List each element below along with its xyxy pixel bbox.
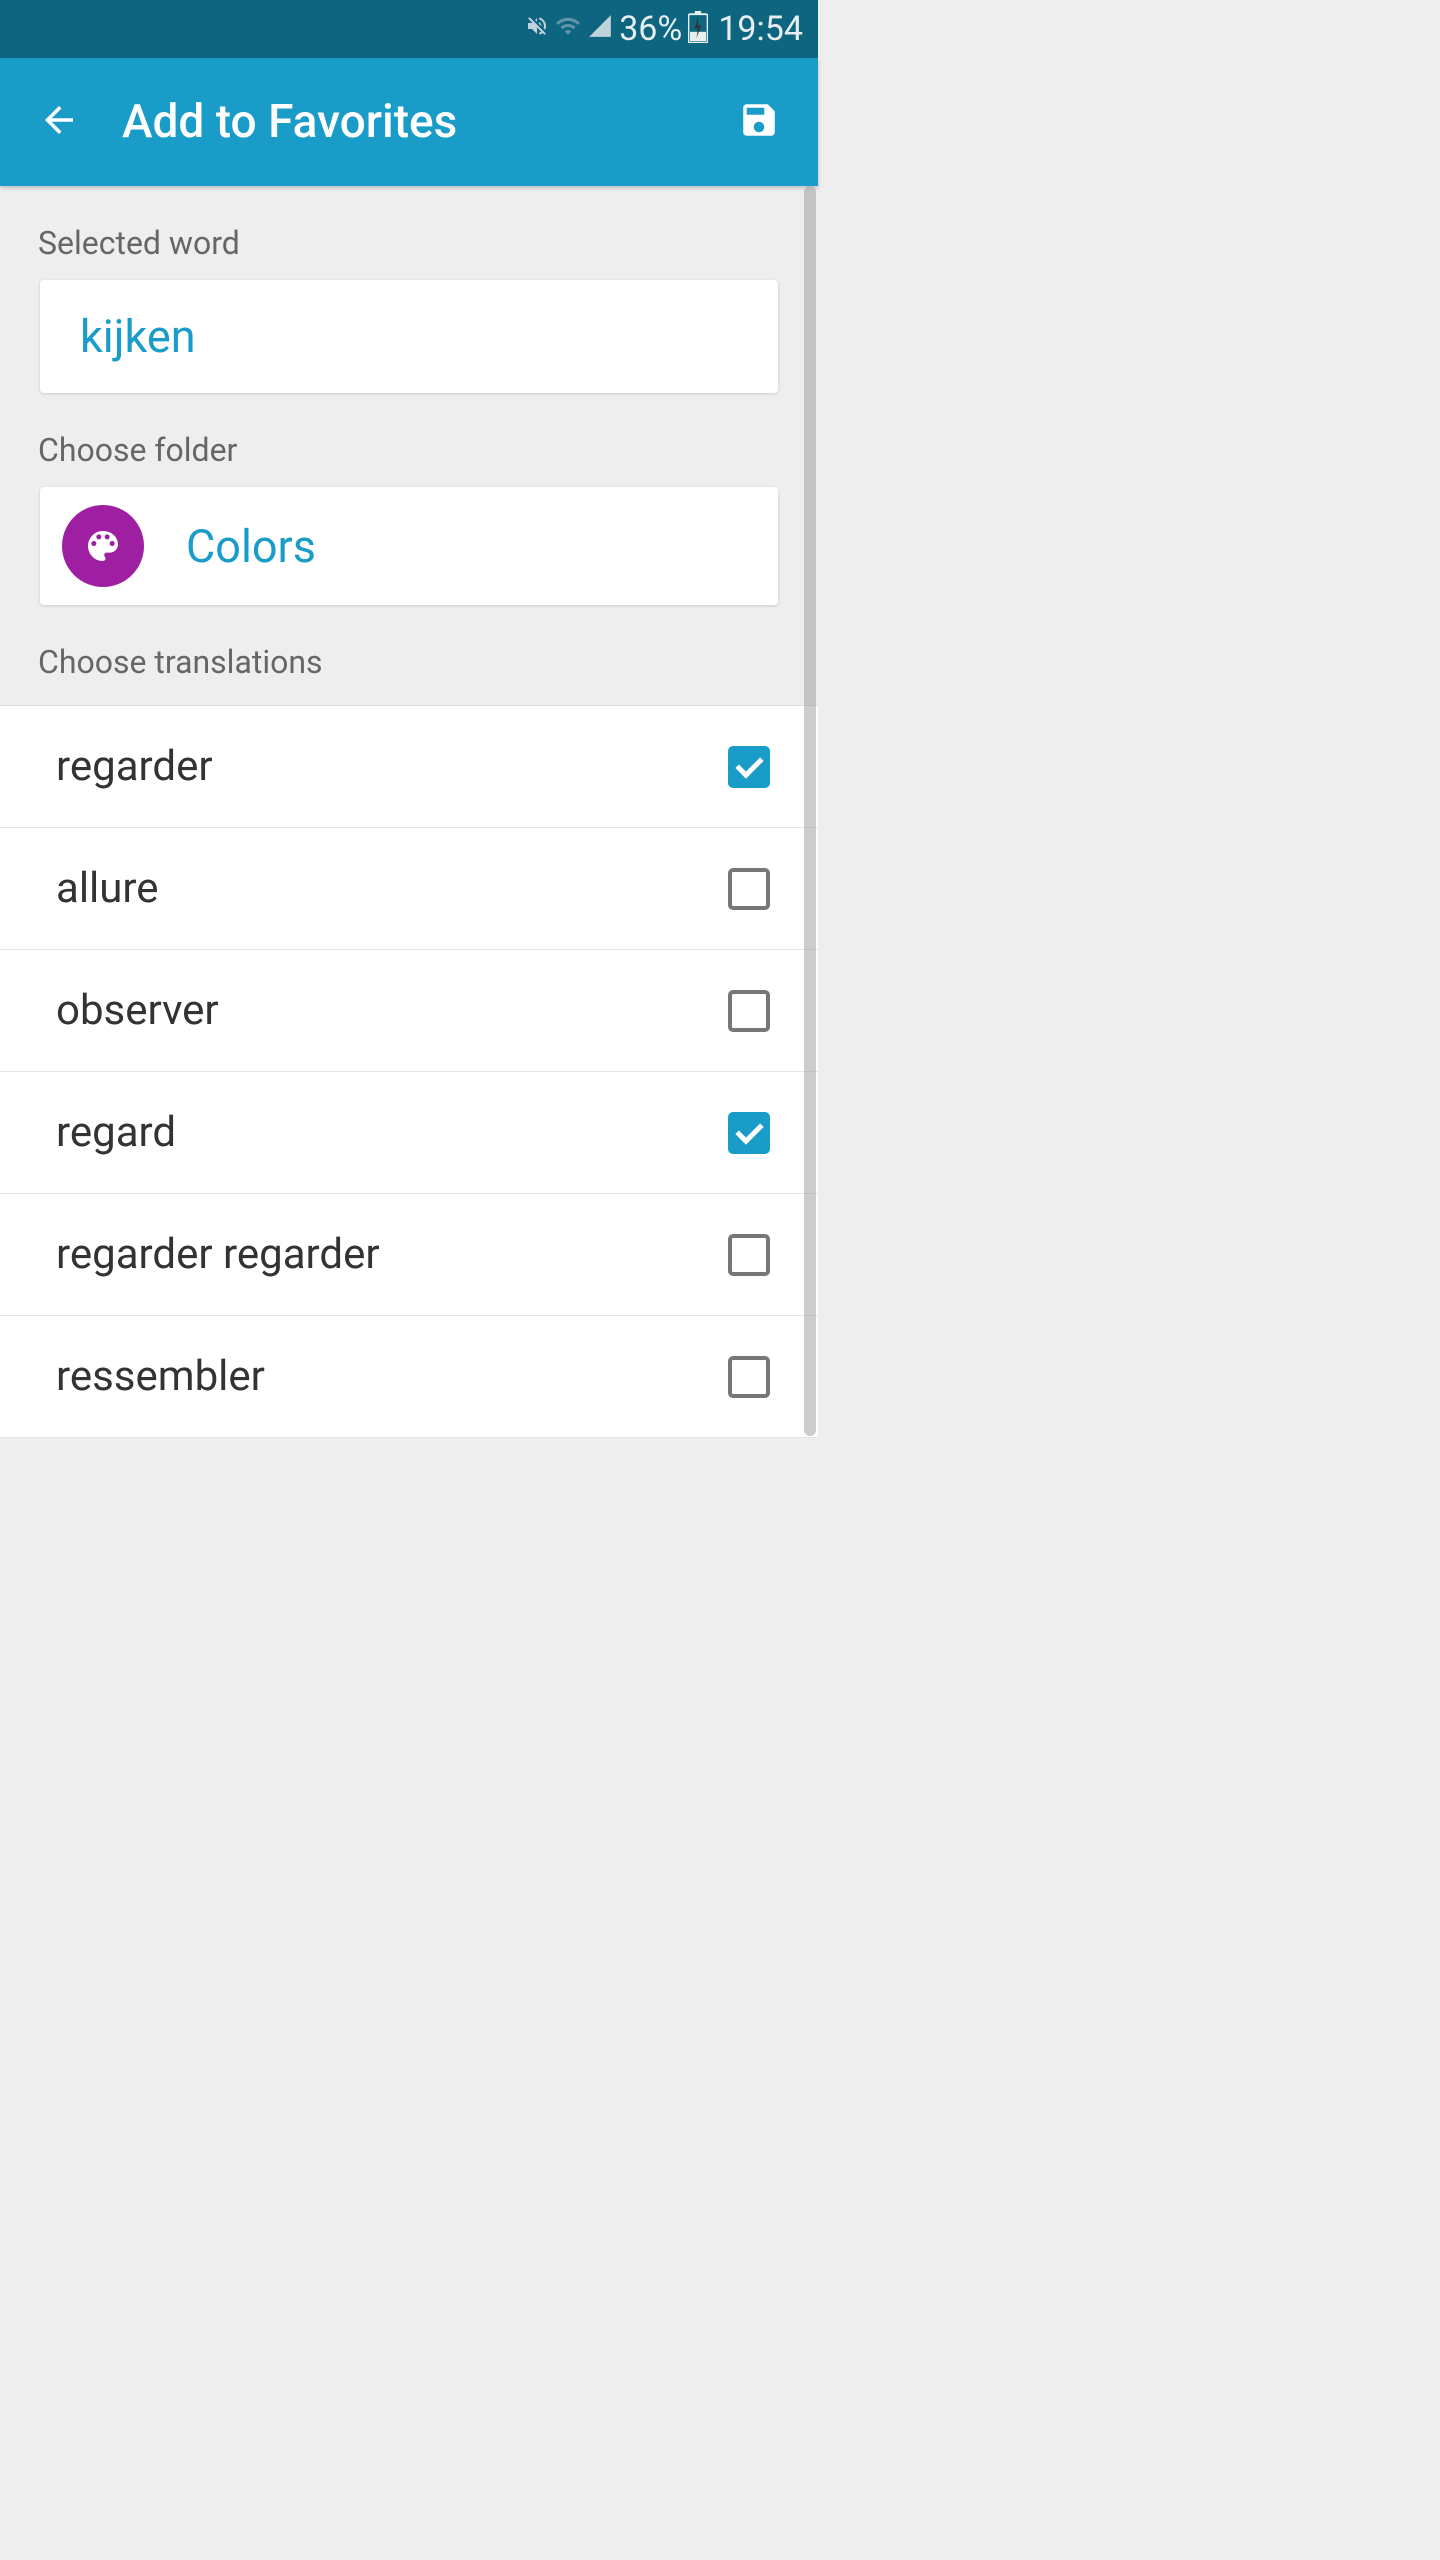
selected-word-value: kijken — [80, 310, 196, 363]
translation-item[interactable]: regarder — [0, 706, 818, 828]
translation-item[interactable]: regarder regarder — [0, 1194, 818, 1316]
signal-icon — [587, 13, 613, 45]
save-icon[interactable] — [738, 99, 780, 145]
selected-word-label: Selected word — [0, 186, 818, 280]
choose-folder-label: Choose folder — [0, 393, 818, 487]
battery-charging-icon — [688, 11, 708, 47]
translation-checkbox[interactable] — [728, 1356, 770, 1398]
translation-checkbox[interactable] — [728, 990, 770, 1032]
battery-percentage: 36% — [619, 9, 682, 49]
selected-word-card[interactable]: kijken — [40, 280, 778, 393]
wifi-icon — [555, 13, 581, 45]
translation-item[interactable]: ressembler — [0, 1316, 818, 1438]
content-area: Selected word kijken Choose folder Color… — [0, 186, 818, 1438]
page-title: Add to Favorites — [122, 95, 738, 149]
translation-text: regarder regarder — [56, 1230, 380, 1279]
translation-checkbox[interactable] — [728, 1234, 770, 1276]
app-bar: Add to Favorites — [0, 58, 818, 186]
translation-text: allure — [56, 864, 159, 913]
translation-checkbox[interactable] — [728, 746, 770, 788]
choose-translations-label: Choose translations — [0, 613, 818, 705]
back-arrow-icon[interactable] — [38, 99, 80, 145]
status-time: 19:54 — [718, 9, 803, 49]
translation-item[interactable]: observer — [0, 950, 818, 1072]
translation-list: regarder allure observer regard regarder reg… — [0, 705, 818, 1438]
status-bar: 36% 19:54 — [0, 0, 818, 58]
translation-item[interactable]: regard — [0, 1072, 818, 1194]
translation-checkbox[interactable] — [728, 1112, 770, 1154]
translation-text: regard — [56, 1108, 176, 1157]
status-icons: 36% 19:54 — [525, 9, 803, 49]
folder-name-value: Colors — [186, 520, 316, 573]
translation-text: regarder — [56, 742, 213, 791]
palette-icon — [62, 505, 144, 587]
scroll-indicator[interactable] — [804, 186, 816, 1436]
translation-item[interactable]: allure — [0, 828, 818, 950]
translation-text: observer — [56, 986, 219, 1035]
translation-text: ressembler — [56, 1352, 265, 1401]
mute-icon — [525, 14, 549, 44]
translation-checkbox[interactable] — [728, 868, 770, 910]
folder-selector[interactable]: Colors — [40, 487, 778, 605]
